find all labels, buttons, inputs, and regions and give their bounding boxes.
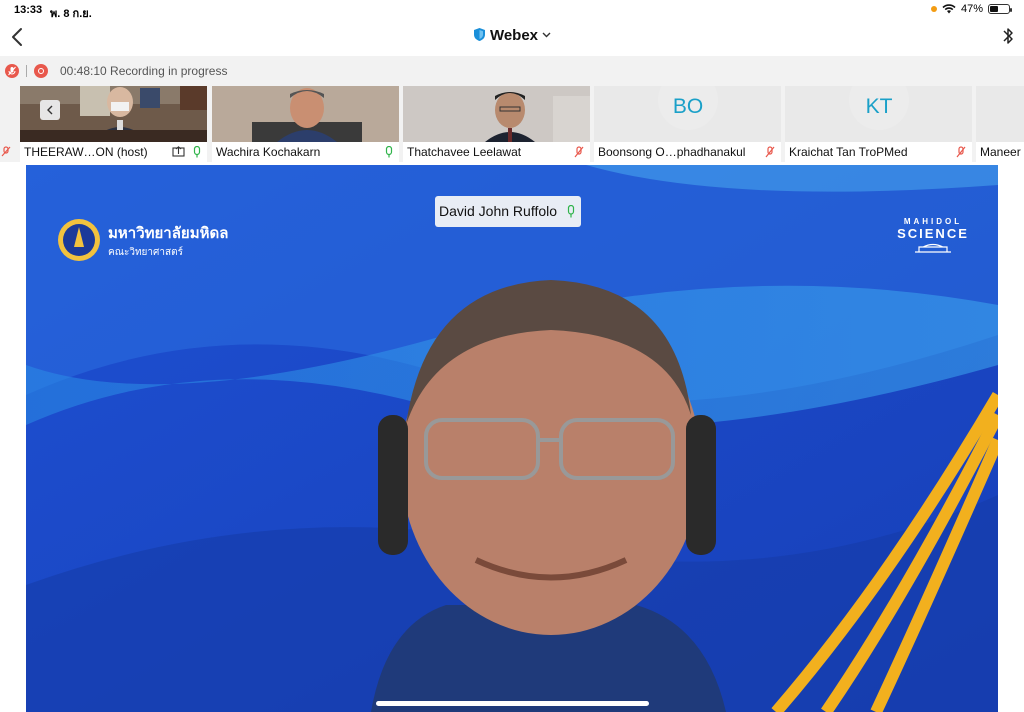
active-speaker-label: David John Ruffolo: [435, 196, 582, 227]
participant-avatar-area: KT: [785, 86, 972, 142]
university-seal-icon: [58, 219, 100, 261]
logo-word: SCIENCE: [897, 226, 969, 241]
mic-on-icon: [567, 205, 575, 218]
participant-tile[interactable]: KT Kraichat Tan TroPMed: [785, 86, 972, 162]
participant-avatar-area: BO: [594, 86, 781, 142]
participant-tile[interactable]: Maneer: [976, 86, 1024, 162]
muted-mic-icon: [956, 146, 966, 158]
participant-label: Boonsong O…phadhanakul: [594, 142, 781, 162]
active-speaker-video[interactable]: มหาวิทยาลัยมหิดล คณะวิทยาศาสตร์ MAHIDOL …: [26, 165, 998, 712]
building-icon: [915, 243, 951, 253]
avatar-initials: BO: [658, 86, 718, 130]
participant-tile[interactable]: THEERAW…ON (host): [20, 86, 207, 162]
participant-video: [403, 86, 590, 142]
speaker-name: David John Ruffolo: [439, 203, 558, 219]
status-right: 47%: [930, 3, 1012, 15]
avatar-initials: KT: [849, 86, 909, 130]
mahidol-science-logo: MAHIDOL SCIENCE: [896, 217, 970, 259]
participant-label: Maneer: [976, 142, 1024, 162]
battery-icon: [988, 4, 1012, 14]
battery-percent: 47%: [960, 3, 983, 15]
battery-fill: [990, 6, 998, 12]
recording-status: 00:48:10 Recording in progress: [60, 64, 228, 78]
participant-label: THEERAW…ON (host): [20, 142, 207, 162]
logo-arc-text: MAHIDOL: [903, 217, 963, 226]
participant-name: Wachira Kochakarn: [216, 145, 321, 159]
participant-avatar-area: [976, 86, 1024, 142]
chevron-left-icon: [47, 105, 53, 115]
mic-on-icon: [385, 146, 393, 158]
participant-label: Kraichat Tan TroPMed: [785, 142, 972, 162]
scroll-left-button[interactable]: [40, 100, 60, 120]
chevron-down-icon: [542, 32, 551, 38]
participant-tile[interactable]: BO Boonsong O…phadhanakul: [594, 86, 781, 162]
record-icon: [34, 64, 48, 78]
meeting-title-button[interactable]: Webex: [0, 27, 1024, 44]
participant-name: THEERAW…ON (host): [24, 145, 148, 159]
muted-mic-icon: [1, 146, 11, 157]
recording-bar: 00:48:10 Recording in progress: [0, 56, 1024, 86]
share-screen-icon: [172, 146, 185, 157]
shield-icon: [473, 28, 485, 41]
mic-in-use-indicator: [930, 6, 937, 12]
divider: [26, 65, 27, 77]
nav-bar: Webex: [0, 20, 1024, 56]
participant-name: Boonsong O…phadhanakul: [598, 145, 746, 159]
muted-mic-icon[interactable]: [5, 64, 19, 78]
participant-label: Wachira Kochakarn: [212, 142, 399, 162]
status-bar: 13:33 พ. 8 ก.ย. 47%: [0, 0, 1024, 20]
muted-mic-icon: [765, 146, 775, 158]
university-name: มหาวิทยาลัยมหิดล: [108, 224, 229, 242]
muted-mic-icon: [574, 146, 584, 158]
participant-label: Thatchavee Leelawat: [403, 142, 590, 162]
status-time: 13:33: [14, 4, 43, 16]
university-logo: มหาวิทยาลัยมหิดล คณะวิทยาศาสตร์: [56, 217, 228, 263]
participant-name: Thatchavee Leelawat: [407, 145, 522, 159]
participant-name: Maneer: [980, 145, 1021, 159]
participant-name: Kraichat Tan TroPMed: [789, 145, 908, 159]
participant-video: [212, 86, 399, 142]
participant-strip: THEERAW…ON (host) Wachira Kochakarn That…: [0, 86, 1024, 162]
app-title: Webex: [489, 27, 539, 44]
wifi-icon: [942, 4, 956, 14]
participant-tile[interactable]: Thatchavee Leelawat: [403, 86, 590, 162]
participant-tile[interactable]: Wachira Kochakarn: [212, 86, 399, 162]
bluetooth-icon[interactable]: [1002, 26, 1014, 46]
mic-on-icon: [193, 146, 201, 158]
home-indicator[interactable]: [376, 701, 649, 706]
faculty-name: คณะวิทยาศาสตร์: [108, 246, 183, 258]
